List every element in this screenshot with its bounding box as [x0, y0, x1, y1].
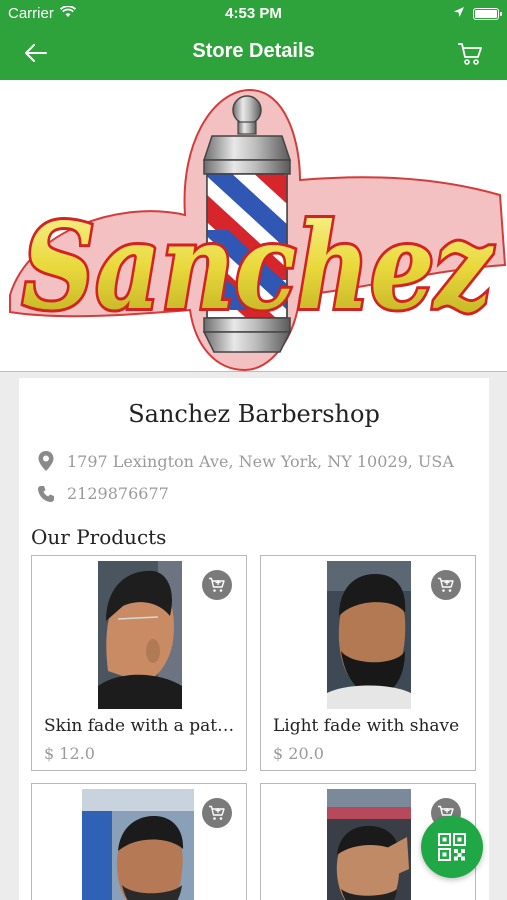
add-to-cart-button[interactable]	[202, 570, 232, 600]
battery-icon	[473, 7, 502, 20]
status-time: 4:53 PM	[225, 5, 282, 22]
location-arrow-icon	[453, 5, 465, 22]
product-name: Light fade with shave	[273, 716, 460, 736]
logo-text: Sanchez	[22, 197, 495, 336]
qr-scan-button[interactable]	[421, 816, 483, 878]
store-card: Sanchez Barbershop 1797 Lexington Ave, N…	[19, 378, 489, 900]
product-card[interactable]: Light fade with shave $ 20.0	[260, 555, 476, 771]
cart-icon	[209, 577, 225, 592]
status-right	[453, 5, 502, 22]
product-price: $ 20.0	[273, 744, 324, 763]
cart-icon	[458, 43, 482, 65]
qr-code-icon	[438, 833, 466, 861]
products-section-title: Our Products	[31, 525, 167, 549]
product-photo	[327, 561, 411, 709]
store-name: Sanchez Barbershop	[128, 400, 380, 428]
add-to-cart-button[interactable]	[431, 570, 461, 600]
cart-icon	[438, 577, 454, 592]
add-to-cart-button[interactable]	[202, 798, 232, 828]
product-price: $ 12.0	[44, 744, 95, 763]
product-card[interactable]: Skin fade with a path... $ 12.0	[31, 555, 247, 771]
address-row[interactable]: 1797 Lexington Ave, New York, NY 10029, …	[37, 450, 454, 472]
store-logo: Sanchez	[9, 88, 507, 371]
phone-row[interactable]: 2129876677	[37, 484, 169, 503]
cart-icon	[209, 805, 225, 820]
location-pin-icon	[38, 451, 54, 471]
product-name: Skin fade with a path...	[44, 716, 240, 736]
phone-icon	[38, 485, 54, 502]
status-bar: Carrier 4:53 PM	[0, 0, 507, 28]
product-photo	[327, 789, 411, 900]
product-card[interactable]	[31, 783, 247, 900]
product-photo	[82, 789, 194, 900]
store-banner: Sanchez	[0, 80, 507, 372]
page-title: Store Details	[192, 40, 315, 62]
store-phone: 2129876677	[67, 484, 169, 503]
app-header: Carrier 4:53 PM Store Details	[0, 0, 507, 80]
nav-bar: Store Details	[0, 28, 507, 80]
cart-button[interactable]	[453, 38, 487, 70]
store-address: 1797 Lexington Ave, New York, NY 10029, …	[67, 451, 454, 471]
product-photo	[98, 561, 182, 709]
